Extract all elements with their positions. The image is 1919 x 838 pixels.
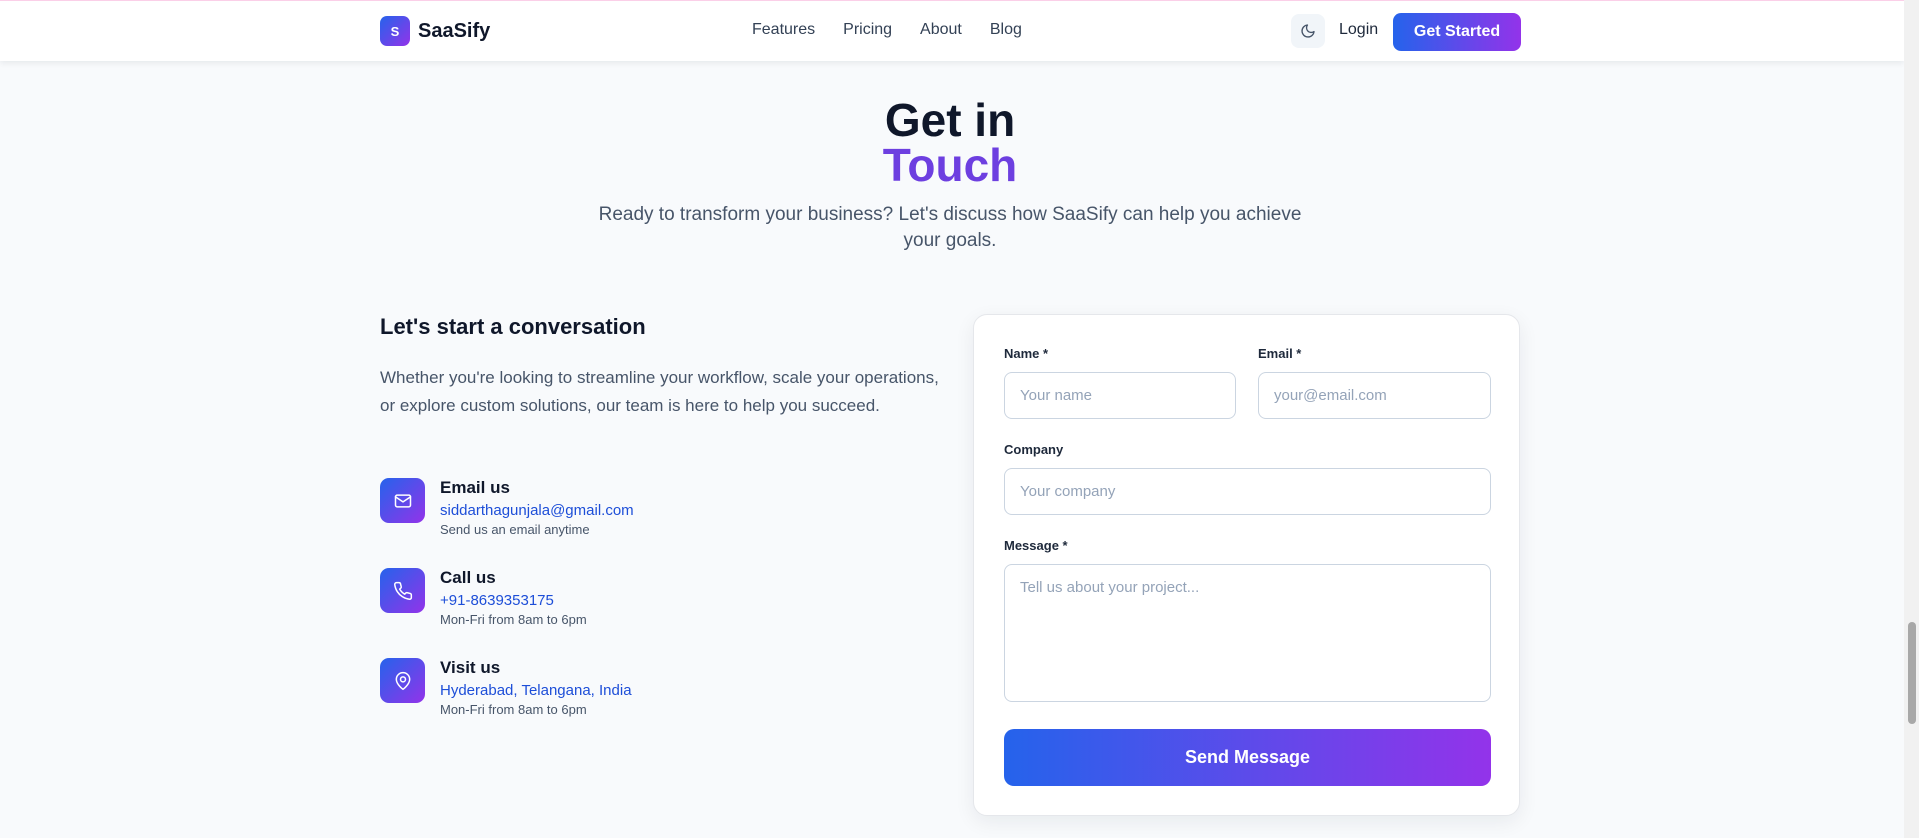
intro-section: Let's start a conversation Whether you'r… bbox=[380, 314, 940, 420]
get-started-button[interactable]: Get Started bbox=[1393, 13, 1521, 51]
page-title-line2: Touch bbox=[882, 139, 1018, 191]
send-message-button[interactable]: Send Message bbox=[1004, 729, 1491, 786]
page-subtitle: Ready to transform your business? Let's … bbox=[598, 204, 1302, 251]
contact-title: Email us bbox=[440, 478, 510, 497]
login-link[interactable]: Login bbox=[1339, 21, 1378, 39]
email-link[interactable]: siddarthagunjala@gmail.com bbox=[440, 502, 634, 520]
contact-note: Mon-Fri from 8am to 6pm bbox=[440, 702, 587, 717]
phone-link[interactable]: +91-8639353175 bbox=[440, 592, 587, 610]
moon-icon bbox=[1301, 24, 1315, 38]
contact-title: Visit us bbox=[440, 658, 501, 677]
name-label: Name * bbox=[1004, 346, 1049, 361]
nav-links: Features Pricing About Blog bbox=[752, 21, 1050, 39]
intro-body: Whether you're looking to streamline you… bbox=[380, 368, 939, 415]
logo-mark: S bbox=[380, 16, 410, 46]
contact-email: Email us siddarthagunjala@gmail.com Send… bbox=[380, 478, 634, 538]
company-label: Company bbox=[1004, 442, 1064, 457]
message-textarea[interactable] bbox=[1004, 564, 1491, 702]
contact-form-card: Name * Email * Company Message * Send Me… bbox=[973, 314, 1520, 816]
brand-name: SaaSify bbox=[418, 19, 491, 42]
brand-logo[interactable]: S SaaSify bbox=[380, 16, 490, 46]
page-scrollbar[interactable] bbox=[1904, 0, 1919, 838]
nav-link-about[interactable]: About bbox=[920, 21, 962, 39]
email-label: Email * bbox=[1258, 346, 1302, 361]
email-input[interactable] bbox=[1258, 372, 1491, 419]
company-input[interactable] bbox=[1004, 468, 1491, 515]
message-label: Message * bbox=[1004, 538, 1068, 553]
mail-icon bbox=[380, 478, 425, 523]
address-link[interactable]: Hyderabad, Telangana, India bbox=[440, 682, 632, 700]
contact-note: Send us an email anytime bbox=[440, 522, 590, 537]
scrollbar-thumb[interactable] bbox=[1908, 622, 1916, 724]
phone-icon bbox=[380, 568, 425, 613]
name-input[interactable] bbox=[1004, 372, 1236, 419]
nav-link-pricing[interactable]: Pricing bbox=[843, 21, 892, 39]
map-pin-icon bbox=[380, 658, 425, 703]
intro-heading: Let's start a conversation bbox=[380, 314, 646, 339]
nav-link-blog[interactable]: Blog bbox=[990, 21, 1022, 39]
contact-note: Mon-Fri from 8am to 6pm bbox=[440, 612, 587, 627]
nav-link-features[interactable]: Features bbox=[752, 21, 815, 39]
contact-address: Visit us Hyderabad, Telangana, India Mon… bbox=[380, 658, 632, 718]
contact-title: Call us bbox=[440, 568, 496, 587]
theme-toggle-button[interactable] bbox=[1291, 14, 1325, 48]
contact-phone: Call us +91-8639353175 Mon-Fri from 8am … bbox=[380, 568, 587, 628]
top-navbar: S SaaSify Features Pricing About Blog Lo… bbox=[0, 0, 1904, 61]
